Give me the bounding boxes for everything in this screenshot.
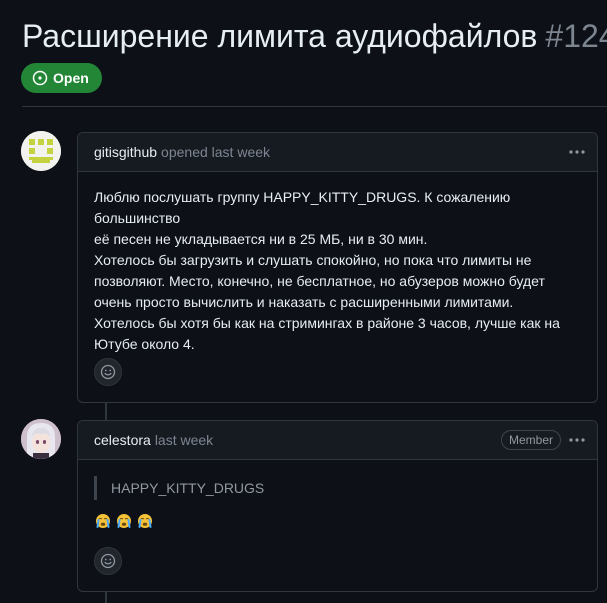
identicon-icon <box>21 131 61 171</box>
crying-face-icon <box>138 514 152 528</box>
add-reaction-button[interactable] <box>94 547 122 575</box>
member-badge: Member <box>500 430 561 450</box>
comment-meta: last week <box>155 432 213 448</box>
smiley-icon <box>100 364 116 380</box>
issue-opened-icon <box>32 70 48 86</box>
comment-line: Ютубе около 4. <box>94 336 195 352</box>
kebab-horizontal-icon[interactable] <box>567 142 587 162</box>
issue-state-badge: Open <box>21 63 102 93</box>
emoji-line <box>95 513 153 529</box>
issue-number: #1245 <box>545 18 607 54</box>
blockquote: HAPPY_KITTY_DRUGS <box>94 476 264 500</box>
issue-state-label: Open <box>53 70 89 86</box>
timeline-connector <box>105 402 107 420</box>
issue-title-row: Расширение лимита аудиофайлов#1245 <box>22 14 607 58</box>
comment-author[interactable]: gitisgithub <box>94 144 157 160</box>
comment-timestamp[interactable]: last week <box>155 432 213 448</box>
crying-face-icon <box>117 514 131 528</box>
comment-header: celestora last week Member <box>78 421 597 460</box>
comment-line: Хотелось бы загрузить и слушать спокойно… <box>94 252 532 268</box>
commenter-avatar[interactable] <box>21 419 61 459</box>
smiley-icon <box>100 553 116 569</box>
issue-title: Расширение лимита аудиофайлов <box>22 18 538 54</box>
anime-avatar-icon <box>21 419 61 459</box>
comment-action: opened <box>161 144 208 160</box>
comment-body: Люблю послушать группу HAPPY_KITTY_DRUGS… <box>78 172 597 355</box>
kebab-horizontal-icon[interactable] <box>567 430 587 450</box>
author-avatar[interactable] <box>21 131 61 171</box>
reply-comment: celestora last week Member HAPPY_KITTY_D… <box>77 420 598 592</box>
add-reaction-button[interactable] <box>94 358 122 386</box>
comment-line: позволяют. Место, конечно, не бесплатное… <box>94 273 545 289</box>
comment-meta: opened last week <box>161 144 270 160</box>
comment-line: Хотелось бы хотя бы как на стримингах в … <box>94 315 560 331</box>
header-divider <box>22 106 607 107</box>
issue-body-comment: gitisgithub opened last week Люблю послу… <box>77 132 598 403</box>
comment-header: gitisgithub opened last week <box>78 133 597 172</box>
comment-line: очень просто вычислить и наказать с расш… <box>94 294 514 310</box>
comment-line: её песен не укладывается ни в 25 МБ, ни … <box>94 231 428 247</box>
timeline-connector <box>105 591 107 603</box>
comment-author[interactable]: celestora <box>94 432 151 448</box>
comment-timestamp[interactable]: last week <box>212 144 270 160</box>
comment-line: Люблю послушать группу HAPPY_KITTY_DRUGS… <box>94 189 511 226</box>
crying-face-icon <box>96 514 110 528</box>
